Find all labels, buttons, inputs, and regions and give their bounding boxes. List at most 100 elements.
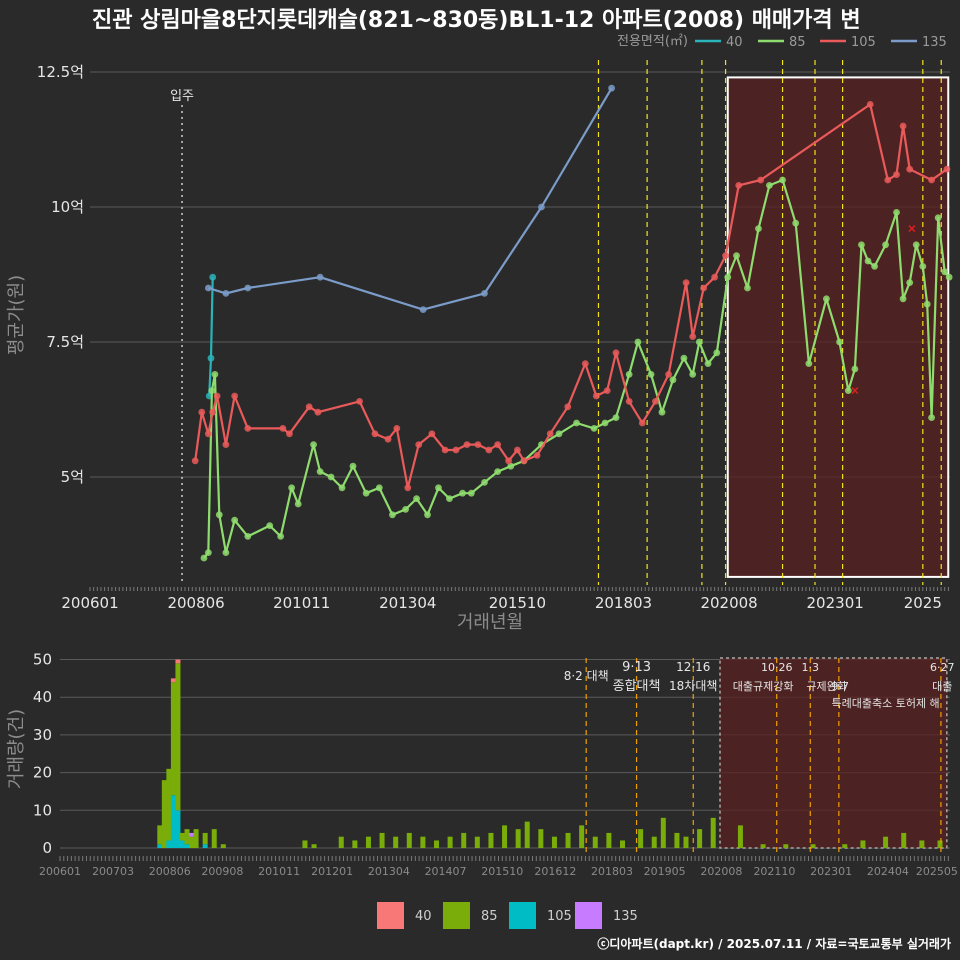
data-point-105 [625,398,633,405]
data-point-85 [327,473,335,481]
bar-85 [447,836,453,848]
bar-legend-label-85: 85 [481,909,498,924]
bar-x-tick-label: 202008 [700,865,742,878]
bar-85 [166,768,172,841]
data-point-105 [533,452,541,459]
bar-85 [488,832,494,848]
data-point-85 [744,284,751,292]
data-point-105 [893,171,900,179]
bar-y-tick-label: 0 [42,839,52,857]
data-point-105 [612,349,620,357]
data-point-85 [222,549,230,556]
bar-y-tick-label: 20 [33,764,52,782]
data-point-85 [792,219,800,227]
bar-85 [810,844,816,848]
data-point-105 [520,457,528,465]
data-point-85 [467,489,475,497]
y-tick-label: 5억 [61,468,84,486]
bar-85 [883,836,889,848]
legend-label-85: 85 [789,35,806,50]
data-point-105 [286,430,293,438]
x-tick-label: 201304 [379,594,436,612]
bar-y-tick-label: 10 [33,801,52,819]
bar-85 [179,832,185,841]
data-point-135 [608,84,616,92]
bar-85 [697,829,703,848]
data-point-105 [943,165,951,173]
data-point-105 [279,425,287,432]
bar-40 [175,659,181,664]
bar-85 [220,844,226,848]
policy-label: 대출규제강화 [733,680,794,693]
data-point-85 [200,554,208,562]
policy-label: 종합대책 [613,679,661,694]
x-tick-label: 201011 [273,594,330,612]
bar-105 [179,840,185,848]
bar-x-tick-label: 201201 [311,865,353,878]
data-point-85 [625,371,633,378]
bar-85 [538,829,544,848]
data-point-85 [612,414,620,421]
data-point-85 [208,387,216,394]
data-point-105 [546,430,554,438]
policy-label: 대출 [932,680,952,693]
data-point-105 [700,284,708,292]
data-point-85 [934,214,942,222]
data-point-85 [402,506,409,513]
bar-x-tick-label: 201011 [258,865,300,878]
bar-85 [565,832,571,848]
data-point-105 [735,182,743,189]
bar-85 [434,840,440,848]
data-point-85 [375,484,383,492]
bar-85 [524,821,530,848]
data-point-135 [316,273,324,281]
bar-x-tick-label: 200908 [201,865,243,878]
data-point-105 [393,425,401,432]
data-point-105 [505,457,513,465]
x-tick-label: 201803 [595,594,652,612]
data-point-105 [682,279,690,286]
data-point-85 [494,468,502,475]
data-point-105 [884,176,892,184]
bar-135 [189,832,195,837]
data-point-85 [919,263,927,270]
bar-105 [184,844,190,848]
data-point-105 [581,360,589,367]
data-point-85 [266,522,274,529]
bar-85 [638,829,644,848]
policy-label: 8·2 대책 [564,668,609,683]
data-point-85 [601,419,609,427]
bar-y-tick-label: 40 [33,688,52,706]
data-point-85 [945,273,953,281]
data-point-85 [634,338,642,346]
bar-legend-swatch-105 [509,902,536,929]
bar-85 [551,836,557,848]
x-tick-label: 200601 [61,594,118,612]
bar-y-axis-label: 거래량(건) [6,709,27,789]
data-point-85 [204,549,212,556]
chart-svg: 5억 7.5억 10억 12.5억 200601 200806 201011 201304 20… [6,8,958,951]
bar-85 [365,836,371,848]
data-point-105 [452,446,460,454]
bar-105 [166,840,172,848]
data-point-85 [724,273,732,281]
bar-legend-label-135: 135 [613,909,638,924]
policy-label: 6·27 [930,661,955,674]
data-point-85 [923,300,931,308]
data-point-105 [198,408,206,416]
data-point-85 [647,371,655,378]
data-point-40 [209,273,217,281]
bar-85 [161,780,167,848]
data-point-105 [592,392,600,400]
bar-85 [211,829,217,848]
legend-label-105: 105 [851,35,876,50]
data-point-105 [213,392,221,400]
data-point-85 [928,414,935,421]
data-point-85 [294,500,302,508]
bar-x-tick-label: 201612 [534,865,576,878]
data-point-85 [413,495,420,502]
x-axis-label: 거래년월 [457,612,523,633]
data-point-85 [389,511,396,519]
data-point-85 [658,408,666,416]
y-tick-label: 7.5억 [46,333,84,351]
